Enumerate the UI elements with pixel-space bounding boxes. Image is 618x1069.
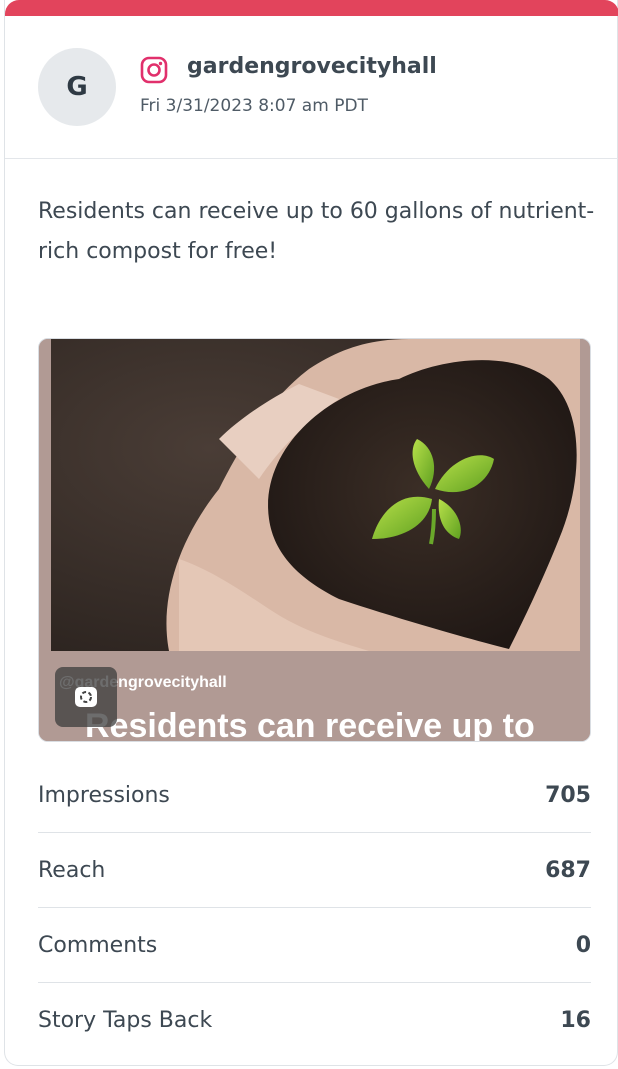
post-card: G gardengrovecityhall Fri 3/31/2023 8:07… — [4, 0, 618, 1066]
post-media[interactable]: @gardengrovecityhall Residents can recei… — [38, 338, 591, 742]
stat-value: 687 — [545, 857, 591, 883]
stat-value: 0 — [575, 932, 591, 958]
stat-value: 705 — [545, 782, 591, 808]
stat-label: Story Taps Back — [38, 1007, 213, 1033]
stat-label: Reach — [38, 857, 106, 883]
post-header: G gardengrovecityhall Fri 3/31/2023 8:07… — [5, 16, 618, 159]
stat-impressions: Impressions 705 — [38, 758, 591, 833]
media-image: @gardengrovecityhall Residents can recei… — [39, 339, 590, 742]
stat-reach: Reach 687 — [38, 833, 591, 908]
post-timestamp: Fri 3/31/2023 8:07 am PDT — [140, 96, 368, 116]
stat-label: Comments — [38, 932, 158, 958]
account-name[interactable]: gardengrovecityhall — [187, 54, 437, 79]
stat-story-taps-back: Story Taps Back 16 — [38, 983, 591, 1057]
stat-comments: Comments 0 — [38, 908, 591, 983]
avatar: G — [38, 48, 116, 126]
instagram-icon — [140, 56, 168, 84]
stat-label: Impressions — [38, 782, 170, 808]
stats-list: Impressions 705 Reach 687 Comments 0 Sto… — [38, 758, 591, 1057]
story-icon — [55, 667, 117, 727]
accent-bar — [5, 0, 618, 16]
overlay-headline: Residents can receive up to — [85, 707, 535, 742]
stat-value: 16 — [560, 1007, 591, 1033]
post-caption: Residents can receive up to 60 gallons o… — [38, 199, 595, 264]
